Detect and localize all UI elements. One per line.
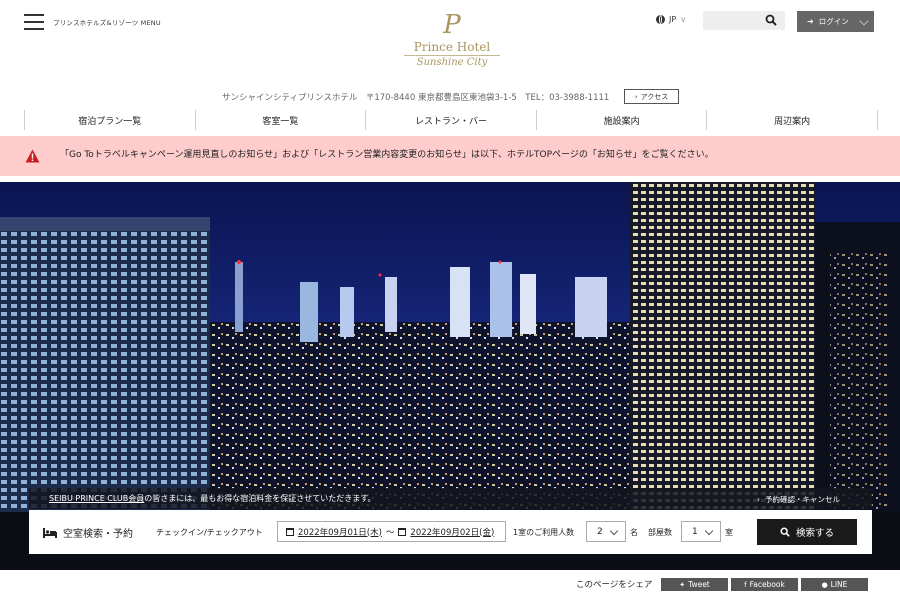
address-row: サンシャインシティプリンスホテル 〒170-8440 東京都豊島区東池袋3-1-…: [0, 89, 900, 104]
rooms-label: 部屋数: [648, 528, 672, 537]
access-button[interactable]: › アクセス: [624, 89, 679, 104]
share-label: このページをシェア: [576, 580, 653, 590]
chevron-down-icon: [704, 526, 714, 536]
facebook-icon: f: [744, 580, 747, 589]
tweet-label: Tweet: [688, 580, 710, 589]
site-header: プリンスホテルズ&リゾーツ MENU P Prince Hotel Sunshi…: [0, 0, 900, 82]
calendar-icon: [286, 527, 294, 536]
rooms-unit: 室: [725, 528, 733, 537]
reservation-check-link[interactable]: › 予約確認・キャンセル: [757, 494, 840, 505]
search-button-label: 検索する: [795, 528, 834, 539]
menu-label: プリンスホテルズ&リゾーツ MENU: [53, 19, 161, 27]
search-icon[interactable]: [765, 14, 777, 26]
login-icon: ➜: [807, 17, 814, 26]
guests-select[interactable]: 2: [586, 521, 626, 542]
chevron-right-icon: ›: [634, 92, 638, 101]
logo-title: Prince Hotel: [413, 40, 491, 54]
member-message: SEIBU PRINCE CLUB会員の皆さまには、最もお得な宿泊料金を保証させ…: [49, 493, 375, 504]
nav-item-rooms[interactable]: 客室一覧: [194, 110, 366, 130]
chevron-down-icon: [859, 16, 869, 26]
chevron-down-icon: ∨: [680, 15, 687, 24]
line-icon: ●: [821, 580, 828, 589]
search-icon: [780, 527, 790, 537]
rooms-value: 1: [692, 526, 698, 537]
seibu-prince-club-link[interactable]: SEIBU PRINCE CLUB会員: [49, 494, 144, 503]
share-bar: このページをシェア ✦ Tweet f Facebook ● LINE: [0, 570, 900, 600]
checkin-checkout-label: チェックイン/チェックアウト: [156, 528, 263, 537]
member-info-bar: SEIBU PRINCE CLUB会員の皆さまには、最もお得な宿泊料金を保証させ…: [29, 488, 872, 509]
logo-mark: P: [443, 10, 461, 40]
member-message-text: の皆さまには、最もお得な宿泊料金を保証させていただきます。: [144, 494, 376, 503]
checkin-date[interactable]: 2022年09月01日(木): [298, 526, 382, 538]
bed-icon: [43, 527, 57, 538]
booking-title: 空室検索・予約: [43, 525, 133, 540]
chevron-right-icon: ›: [757, 495, 760, 504]
rooms-select[interactable]: 1: [681, 521, 721, 542]
booking-search-bar: 空室検索・予約 チェックイン/チェックアウト 2022年09月01日(木) 〜 …: [29, 510, 872, 554]
nav-item-area-guide[interactable]: 周辺案内: [706, 110, 878, 130]
main-nav: 宿泊プラン一覧 客室一覧 レストラン・バー 施設案内 周辺案内: [24, 110, 878, 130]
line-button[interactable]: ● LINE: [801, 578, 868, 591]
login-button[interactable]: ➜ ログイン: [797, 11, 874, 32]
nav-item-restaurants[interactable]: レストラン・バー: [365, 110, 536, 130]
search-button[interactable]: 検索する: [757, 519, 857, 545]
facebook-label: Facebook: [749, 580, 785, 589]
hamburger-icon: [24, 14, 44, 30]
guests-label: 1室のご利用人数: [513, 528, 575, 537]
booking-title-text: 空室検索・予約: [63, 529, 133, 540]
nav-item-plans[interactable]: 宿泊プラン一覧: [24, 110, 195, 130]
guests-value: 2: [597, 526, 603, 537]
twitter-icon: ✦: [679, 580, 686, 589]
checkout-date[interactable]: 2022年09月02日(金): [410, 526, 494, 538]
globe-icon: [656, 15, 665, 24]
hotel-logo[interactable]: P Prince Hotel Sunshine City: [400, 12, 504, 69]
warning-icon: [25, 149, 40, 163]
hotel-address: サンシャインシティプリンスホテル 〒170-8440 東京都豊島区東池袋3-1-…: [222, 93, 610, 103]
chevron-down-icon: [609, 526, 619, 536]
access-label: アクセス: [640, 92, 669, 101]
notice-text[interactable]: 「Go Toトラベルキャンペーン運用見直しのお知らせ」および「レストラン営業内容…: [60, 147, 714, 160]
guests-unit: 名: [630, 528, 638, 537]
nav-item-facilities[interactable]: 施設案内: [535, 110, 707, 130]
date-separator: 〜: [385, 527, 395, 538]
language-selector[interactable]: JP ∨: [656, 15, 686, 24]
facebook-button[interactable]: f Facebook: [731, 578, 798, 591]
reservation-link-label: 予約確認・キャンセル: [765, 495, 840, 504]
login-label: ログイン: [818, 17, 849, 26]
tweet-button[interactable]: ✦ Tweet: [661, 578, 728, 591]
language-label: JP: [669, 15, 677, 24]
calendar-icon: [398, 527, 407, 536]
logo-subtitle: Sunshine City: [404, 55, 500, 69]
date-range-field[interactable]: 2022年09月01日(木) 〜 2022年09月02日(金): [277, 521, 506, 542]
menu-button[interactable]: プリンスホテルズ&リゾーツ MENU: [24, 14, 161, 30]
line-label: LINE: [830, 580, 848, 589]
notice-banner: 「Go Toトラベルキャンペーン運用見直しのお知らせ」および「レストラン営業内容…: [0, 136, 900, 176]
